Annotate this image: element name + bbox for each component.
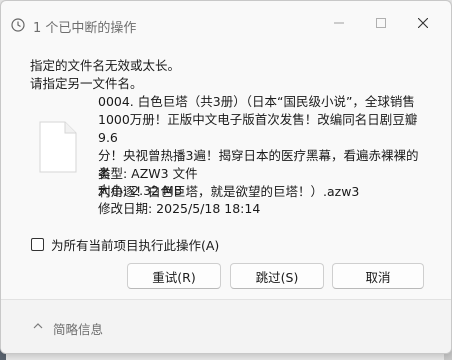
error-message: 指定的文件名无效或太长。 bbox=[30, 58, 181, 73]
file-name-line: 0004. 白色巨塔（共3册）（日本“国民级小说”，全球销售 bbox=[98, 94, 415, 109]
details-toggle[interactable]: 简略信息 bbox=[53, 319, 103, 338]
minimize-button[interactable] bbox=[324, 11, 354, 35]
retry-button[interactable]: 重试(R) bbox=[127, 263, 221, 289]
minimize-icon bbox=[334, 22, 344, 24]
title-bar[interactable]: 1 个已中断的操作 bbox=[1, 1, 451, 37]
instruction-message: 请指定另一文件名。 bbox=[30, 76, 143, 91]
dialog-content: 指定的文件名无效或太长。 请指定另一文件名。 0004. 白色巨塔（共3册）（日… bbox=[1, 43, 451, 297]
apply-all-option[interactable]: 为所有当前项目执行此操作(A) bbox=[31, 235, 219, 254]
close-icon bbox=[418, 18, 428, 28]
clock-icon bbox=[11, 18, 25, 32]
close-button[interactable] bbox=[408, 11, 438, 35]
cancel-button[interactable]: 取消 bbox=[332, 263, 424, 289]
file-name-line: 1000万册！正版中文电子版首次发售！改编同名日剧豆瓣9.6 bbox=[98, 112, 418, 145]
file-size: 大小: 2.32 MB bbox=[98, 183, 183, 198]
file-modified-date: 修改日期: 2025/5/18 18:14 bbox=[98, 201, 261, 216]
window-title: 1 个已中断的操作 bbox=[33, 21, 137, 36]
file-icon bbox=[39, 121, 77, 173]
maximize-button[interactable] bbox=[366, 11, 396, 35]
chevron-up-icon[interactable] bbox=[33, 321, 43, 331]
skip-button[interactable]: 跳过(S) bbox=[230, 263, 324, 289]
maximize-icon bbox=[376, 18, 386, 28]
details-footer: 简略信息 bbox=[1, 299, 451, 353]
interrupted-operation-dialog: 1 个已中断的操作 指定的文件名无效或太长。 请指定另一文件名。 0004. 白… bbox=[0, 0, 452, 354]
apply-all-checkbox[interactable] bbox=[31, 238, 44, 251]
apply-all-label[interactable]: 为所有当前项目执行此操作(A) bbox=[51, 235, 219, 254]
